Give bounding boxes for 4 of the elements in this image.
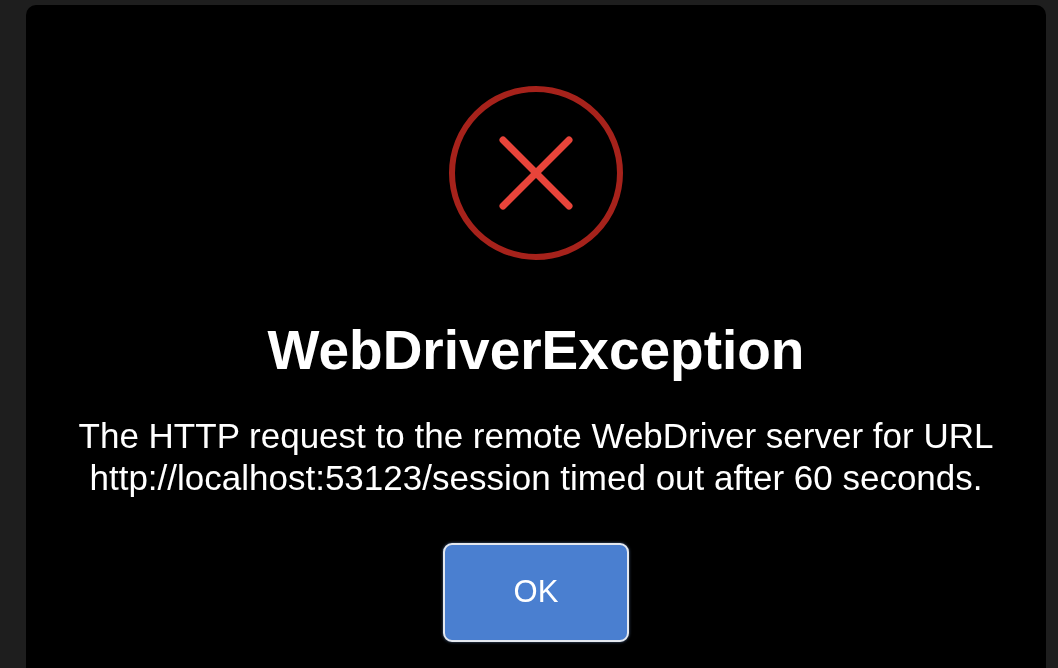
error-message: The HTTP request to the remote WebDriver server for URL http://localhost:53123/session timed out after 60 seconds. bbox=[77, 414, 995, 499]
dialog-title: WebDriverException bbox=[267, 320, 805, 381]
cross-circle-icon bbox=[448, 85, 624, 261]
ok-button[interactable]: OK bbox=[443, 542, 629, 642]
